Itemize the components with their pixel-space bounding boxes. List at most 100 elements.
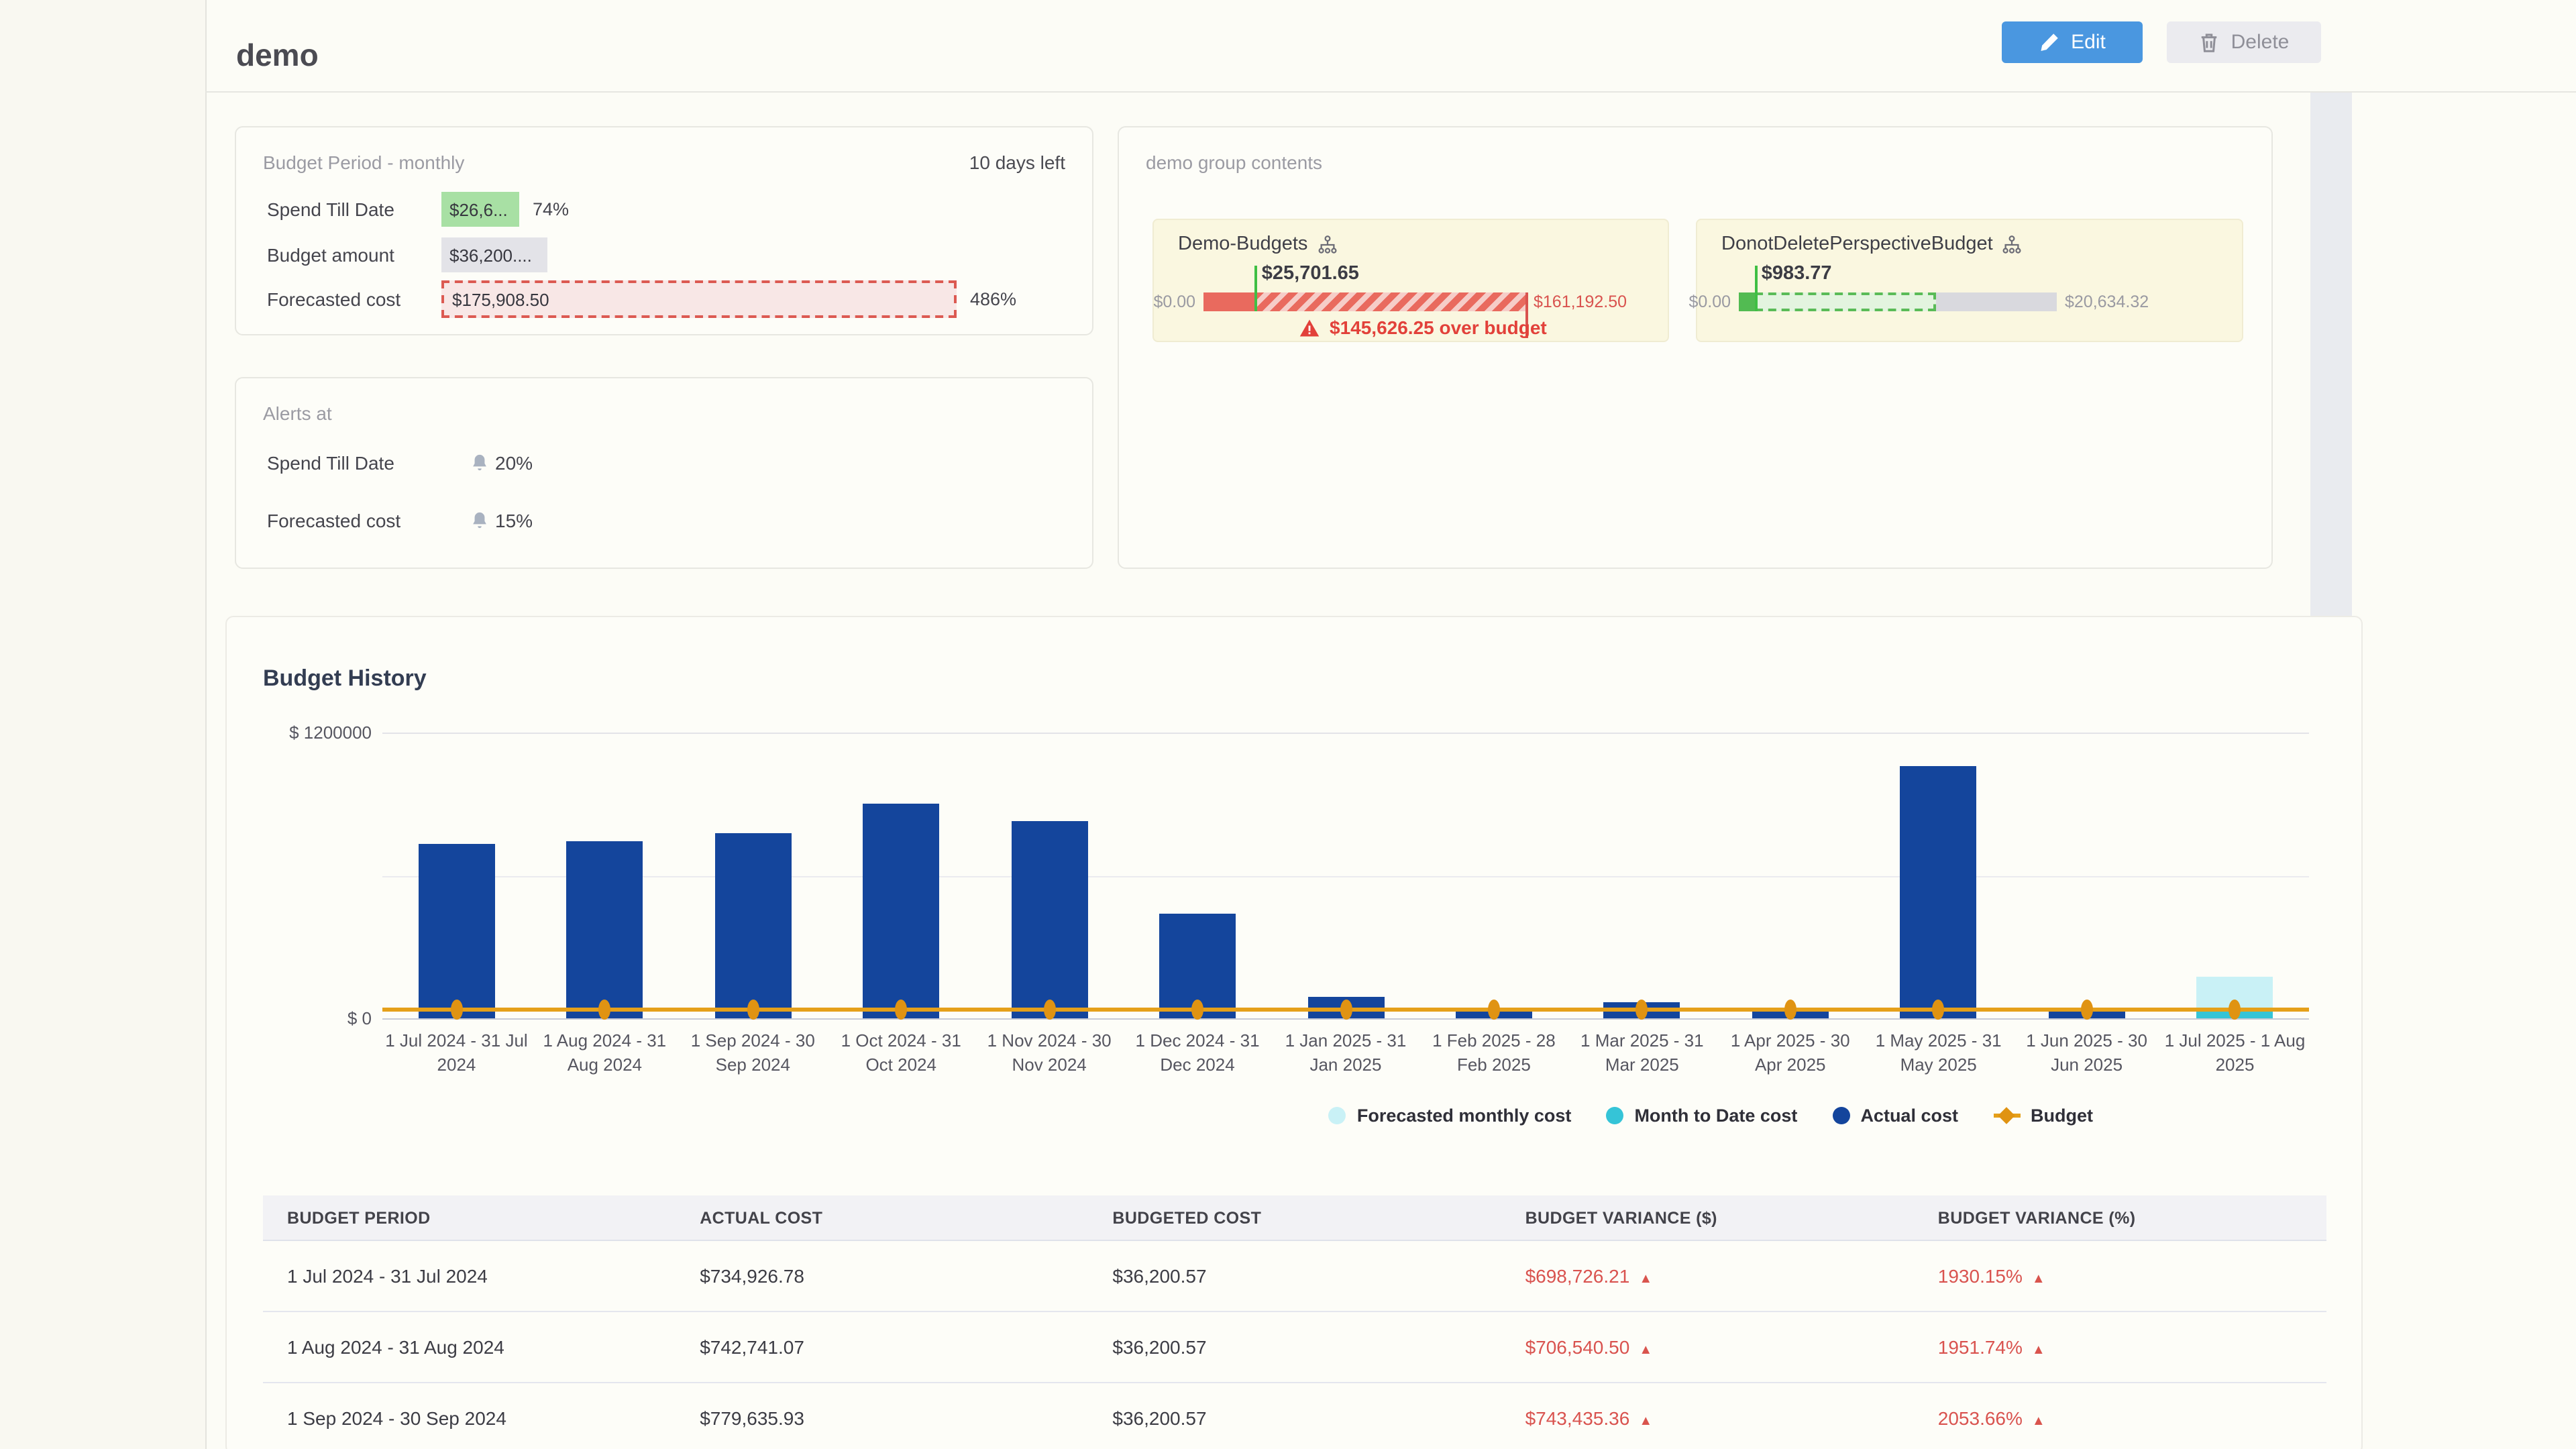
alert-row-value: 15% <box>471 510 533 531</box>
x-axis-category-label: 1 Jul 2024 - 31 Jul 2024 <box>382 1029 531 1078</box>
variance-up-triangle-icon: ▲ <box>1639 1414 1652 1429</box>
budget-tile: DonotDeletePerspectiveBudget$983.77$0.00… <box>1696 219 2243 342</box>
budget-line-marker[interactable] <box>747 1000 759 1020</box>
legend-item-budget: Budget <box>1993 1106 2093 1126</box>
variance-up-triangle-icon: ▲ <box>2032 1272 2045 1287</box>
budget-tile-name-label: Demo-Budgets <box>1178 233 1307 255</box>
alert-threshold: 20% <box>495 452 533 474</box>
variance-cell: 1930.15%▲ <box>1914 1265 2326 1287</box>
hierarchy-icon <box>2002 234 2023 254</box>
budget-period-value-chip: $175,908.50 <box>441 280 957 318</box>
x-axis-category-label: 1 Nov 2024 - 30 Nov 2024 <box>975 1029 1124 1078</box>
budget-history-card: Budget History $ 1200000 $ 0 1 Jul 2024 … <box>225 616 2363 1449</box>
hierarchy-icon <box>1317 234 1337 254</box>
alert-row-label: Spend Till Date <box>267 452 394 474</box>
days-left-label: 10 days left <box>969 152 1065 173</box>
table-cell: $36,200.57 <box>1088 1265 1501 1287</box>
x-axis-category-label: 1 Aug 2024 - 31 Aug 2024 <box>531 1029 679 1078</box>
budget-tile-max-label: $161,192.50 <box>1525 292 1627 311</box>
bell-icon <box>471 453 488 472</box>
budget-period-value-chip: $36,200.... <box>441 237 547 272</box>
actual-cost-bar[interactable] <box>1011 820 1087 1018</box>
table-header-cell: BUDGETED COST <box>1088 1208 1501 1227</box>
group-card-title: demo group contents <box>1146 152 1322 173</box>
legend-item-forecast: Forecasted monthly cost <box>1329 1106 1572 1126</box>
edit-button[interactable]: Edit <box>2002 21 2143 63</box>
legend-label: Forecasted monthly cost <box>1357 1106 1572 1126</box>
budget-period-pct-label: 486% <box>970 289 1016 309</box>
actual-legend-dot-icon <box>1832 1107 1849 1124</box>
alert-row-label: Forecasted cost <box>267 510 400 531</box>
table-cell: $779,635.93 <box>676 1407 1088 1429</box>
chart-legend: Forecasted monthly cost Month to Date cos… <box>1329 1106 2093 1126</box>
table-row: 1 Aug 2024 - 31 Aug 2024$742,741.07$36,2… <box>263 1312 2326 1383</box>
y-axis-max-label: $ 1200000 <box>237 722 372 743</box>
table-cell: $742,741.07 <box>676 1336 1088 1358</box>
budget-line-marker[interactable] <box>1488 1000 1500 1020</box>
table-header-cell: ACTUAL COST <box>676 1208 1088 1227</box>
budget-tile-name[interactable]: Demo-Budgets <box>1178 233 1337 255</box>
legend-label: Budget <box>2031 1106 2093 1126</box>
budget-tile-bar <box>1739 292 2057 311</box>
budget-period-row-label: Spend Till Date <box>267 199 394 220</box>
budget-tile-bar <box>1203 292 1525 311</box>
table-row: 1 Jul 2024 - 31 Jul 2024$734,926.78$36,2… <box>263 1241 2326 1312</box>
x-axis-category-label: 1 Mar 2025 - 31 Mar 2025 <box>1568 1029 1716 1078</box>
budget-period-card-title: Budget Period - monthly <box>263 152 464 173</box>
x-axis-category-label: 1 Jul 2025 - 1 Aug 2025 <box>2161 1029 2309 1078</box>
x-axis-category-label: 1 Apr 2025 - 30 Apr 2025 <box>1716 1029 1864 1078</box>
variance-cell: 1951.74%▲ <box>1914 1336 2326 1358</box>
table-cell: 1 Sep 2024 - 30 Sep 2024 <box>263 1407 676 1429</box>
table-header-row: BUDGET PERIODACTUAL COSTBUDGETED COST BUD… <box>263 1195 2326 1241</box>
budget-tile-name[interactable]: DonotDeletePerspectiveBudget <box>1721 233 2023 255</box>
y-axis-zero-label: $ 0 <box>237 1008 372 1028</box>
table-header-cell: BUDGET VARIANCE (%) <box>1914 1208 2326 1227</box>
table-cell: $734,926.78 <box>676 1265 1088 1287</box>
delete-button[interactable]: Delete <box>2167 21 2321 63</box>
alert-row-value: 20% <box>471 452 533 474</box>
actual-cost-bar[interactable] <box>1900 766 1977 1018</box>
budget-tile-min-label: $0.00 <box>1153 292 1203 311</box>
budget-tile-amount: $983.77 <box>1762 263 1832 284</box>
variance-up-triangle-icon: ▲ <box>2032 1414 2045 1429</box>
budget-bar-segment-dash-green <box>1755 292 1936 311</box>
budget-period-card: Budget Period - monthly 10 days left Spe… <box>235 126 1093 335</box>
budget-line-marker[interactable] <box>1784 1000 1796 1020</box>
x-axis-category-label: 1 May 2025 - 31 May 2025 <box>1864 1029 2012 1078</box>
group-contents-card: demo group contents Demo-Budgets$25,701.… <box>1118 126 2273 569</box>
variance-up-triangle-icon: ▲ <box>2032 1343 2045 1358</box>
table-cell: $36,200.57 <box>1088 1336 1501 1358</box>
budget-line-marker[interactable] <box>450 1000 462 1020</box>
x-axis-category-label: 1 Dec 2024 - 31 Dec 2024 <box>1124 1029 1272 1078</box>
legend-item-mtd: Month to Date cost <box>1606 1106 1797 1126</box>
budget-marker-line <box>1755 266 1758 311</box>
variance-cell: $698,726.21▲ <box>1501 1265 1914 1287</box>
budget-line-marker[interactable] <box>1043 1000 1055 1020</box>
x-axis-category-label: 1 Oct 2024 - 31 Oct 2024 <box>827 1029 975 1078</box>
budget-line-marker[interactable] <box>1191 1000 1203 1020</box>
actual-cost-bar[interactable] <box>714 833 791 1018</box>
budget-tile-min-label: $0.00 <box>1688 292 1739 311</box>
budget-history-chart: 1 Jul 2024 - 31 Jul 20241 Aug 2024 - 31 … <box>382 733 2309 1018</box>
actual-cost-bar[interactable] <box>418 843 494 1018</box>
budget-legend-marker-icon <box>1993 1107 2020 1124</box>
table-header-cell: BUDGET PERIOD <box>263 1208 676 1227</box>
alerts-card: Alerts at Spend Till Date 20% Forecasted c… <box>235 377 1093 569</box>
variance-cell: 2053.66%▲ <box>1914 1407 2326 1429</box>
over-budget-text: $145,626.25 over budget <box>1330 317 1547 338</box>
over-budget-note: $145,626.25 over budget <box>1299 317 1547 338</box>
alerts-card-title: Alerts at <box>263 402 332 424</box>
legend-item-actual: Actual cost <box>1832 1106 1958 1126</box>
mtd-legend-dot-icon <box>1606 1107 1623 1124</box>
warning-triangle-icon <box>1299 317 1320 337</box>
actual-cost-bar[interactable] <box>566 841 643 1018</box>
actual-cost-bar[interactable] <box>863 804 939 1019</box>
budget-bar-segment-gray <box>1936 292 2057 311</box>
alert-threshold: 15% <box>495 510 533 531</box>
pencil-icon <box>2039 32 2059 52</box>
bell-icon <box>471 511 488 530</box>
budget-history-title: Budget History <box>263 665 427 692</box>
budget-period-value-chip: $26,6... <box>441 192 519 227</box>
budget-line-marker[interactable] <box>2081 1000 2093 1020</box>
budget-line-marker[interactable] <box>1340 1000 1352 1020</box>
